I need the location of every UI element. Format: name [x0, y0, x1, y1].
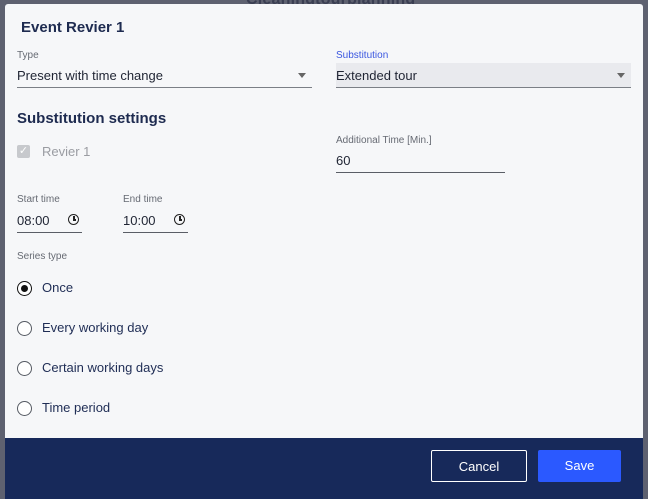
- chevron-down-icon: [298, 73, 306, 78]
- start-time-input[interactable]: 08:00: [17, 209, 82, 233]
- revier-checkbox-label: Revier 1: [42, 144, 91, 159]
- radio-unselected-icon[interactable]: [17, 321, 32, 336]
- dialog-footer: Cancel Save: [5, 438, 643, 499]
- additional-time-label: Additional Time [Min.]: [336, 135, 432, 146]
- radio-selected-icon[interactable]: [17, 281, 32, 296]
- clock-icon[interactable]: [68, 214, 79, 225]
- event-dialog: Event Revier 1 Type Present with time ch…: [5, 4, 643, 499]
- radio-label: Certain working days: [42, 360, 164, 375]
- series-type-label: Series type: [17, 251, 68, 262]
- additional-time-input[interactable]: 60: [336, 149, 505, 173]
- additional-time-value: 60: [336, 153, 351, 168]
- substitution-settings-heading: Substitution settings: [17, 110, 167, 127]
- end-time-label: End time: [123, 194, 163, 205]
- start-time-label: Start time: [17, 194, 60, 205]
- radio-label: Time period: [42, 400, 111, 415]
- substitution-label: Substitution: [336, 50, 389, 61]
- substitution-select[interactable]: Extended tour: [336, 63, 631, 88]
- end-time-value: 10:00: [123, 213, 156, 228]
- clock-icon[interactable]: [174, 214, 185, 225]
- save-button[interactable]: Save: [538, 450, 621, 482]
- type-select[interactable]: Present with time change: [17, 63, 312, 88]
- type-select-value: Present with time change: [17, 68, 163, 83]
- checkbox-checked-icon[interactable]: ✓: [17, 145, 30, 158]
- chevron-down-icon: [617, 73, 625, 78]
- dialog-title: Event Revier 1: [21, 19, 125, 36]
- radio-unselected-icon[interactable]: [17, 401, 32, 416]
- radio-label: Once: [42, 280, 74, 295]
- type-label: Type: [17, 50, 39, 61]
- end-time-input[interactable]: 10:00: [123, 209, 188, 233]
- radio-unselected-icon[interactable]: [17, 361, 32, 376]
- start-time-value: 08:00: [17, 213, 50, 228]
- radio-label: Every working day: [42, 320, 149, 335]
- substitution-select-value: Extended tour: [336, 68, 417, 83]
- cancel-button[interactable]: Cancel: [431, 450, 527, 482]
